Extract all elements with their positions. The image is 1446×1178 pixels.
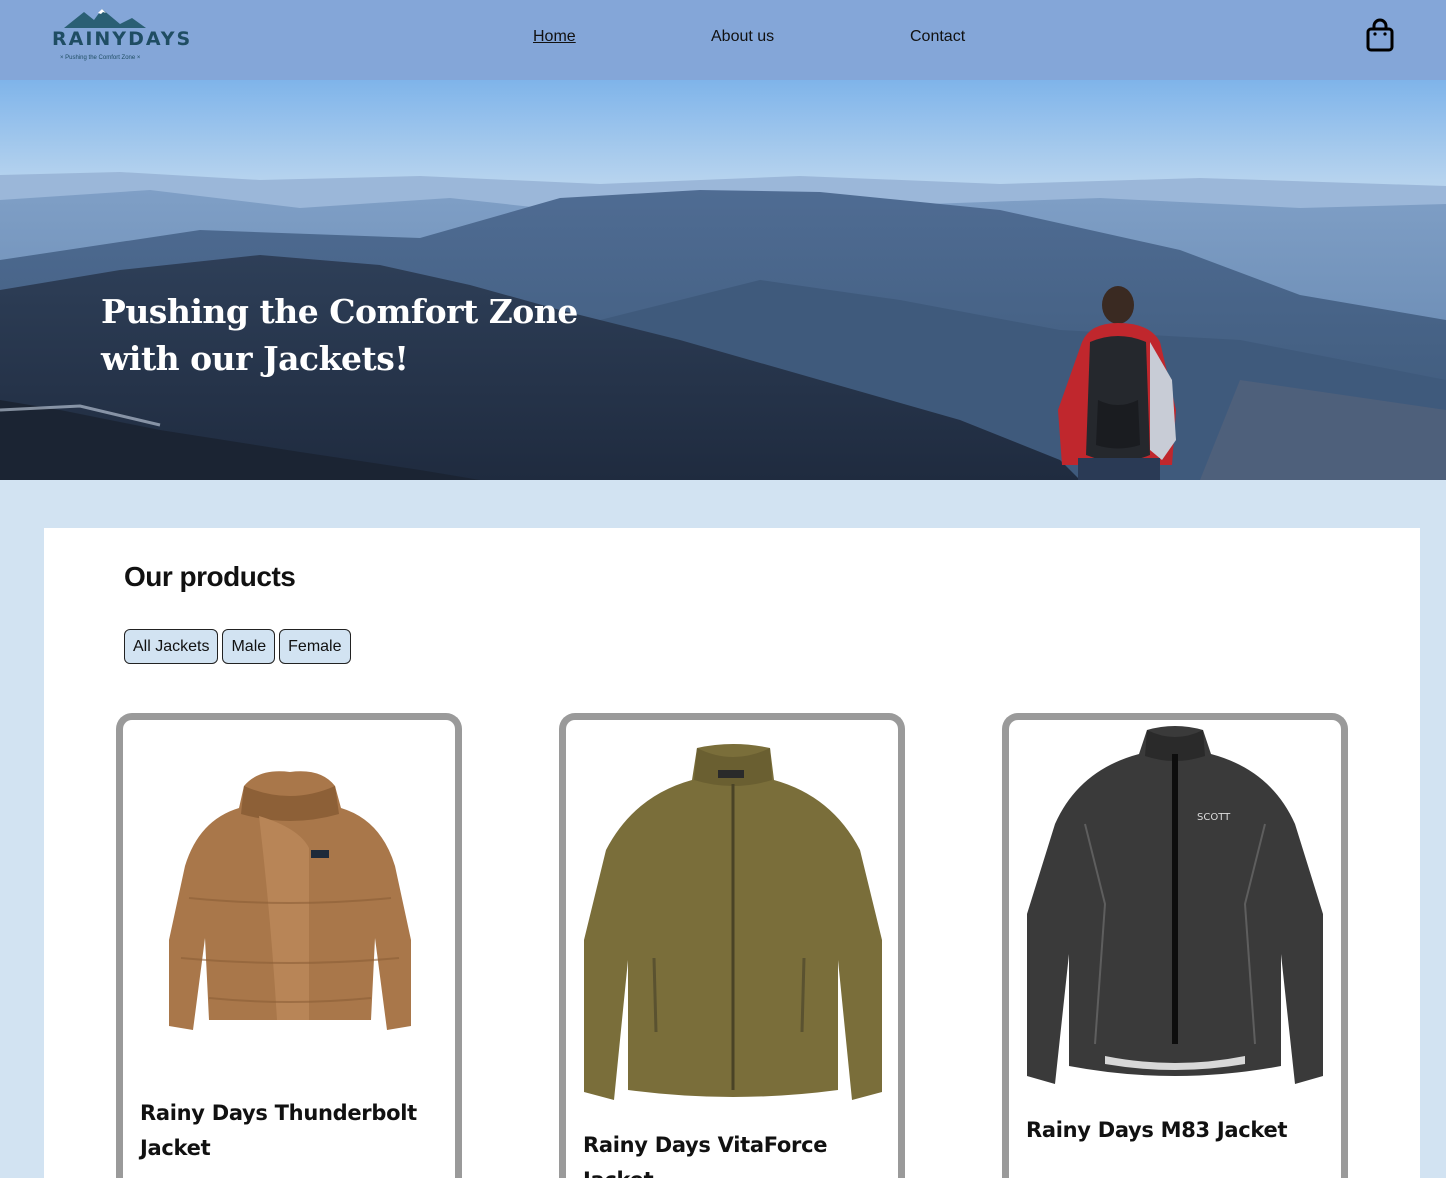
product-name-thunderbolt[interactable]: Rainy Days Thunderbolt Jacket [140, 1096, 450, 1166]
nav-home[interactable]: Home [533, 28, 576, 46]
product-name-vitaforce[interactable]: Rainy Days VitaForce Jacket [583, 1128, 893, 1178]
svg-text:SCOTT: SCOTT [1197, 812, 1231, 823]
product-card-thunderbolt[interactable]: Rainy Days Thunderbolt Jacket [116, 713, 462, 1178]
product-image-vitaforce[interactable] [582, 740, 884, 1106]
filter-male[interactable]: Male [222, 629, 276, 664]
hero-title: Pushing the Comfort Zone with our Jacket… [101, 292, 578, 378]
filter-buttons: All Jackets Male Female [124, 629, 351, 664]
hero-banner: Pushing the Comfort Zone with our Jacket… [0, 80, 1446, 480]
logo-tagline: × Pushing the Comfort Zone × [60, 55, 141, 61]
product-image-thunderbolt[interactable] [159, 758, 421, 1038]
rainydays-logo[interactable]: RAINYDAYS × Pushing the Comfort Zone × [50, 6, 190, 66]
nav-contact[interactable]: Contact [910, 28, 965, 46]
product-name-m83[interactable]: Rainy Days M83 Jacket [1026, 1113, 1336, 1148]
logo-text: RAINYDAYS [52, 28, 193, 50]
product-image-m83[interactable]: SCOTT [1025, 724, 1325, 1088]
products-section: Our products All Jackets Male Female Rai… [44, 528, 1420, 1178]
product-card-vitaforce[interactable]: Rainy Days VitaForce Jacket [559, 713, 905, 1178]
filter-female[interactable]: Female [279, 629, 351, 664]
product-card-m83[interactable]: SCOTT Rainy Days M83 Jacket [1002, 713, 1348, 1178]
site-header: RAINYDAYS × Pushing the Comfort Zone × H… [0, 0, 1446, 80]
products-title: Our products [124, 561, 296, 592]
mountain-landscape-image [0, 80, 1446, 480]
nav-about-us[interactable]: About us [711, 28, 774, 46]
shopping-bag-icon[interactable] [1364, 18, 1396, 54]
filter-all-jackets[interactable]: All Jackets [124, 629, 219, 664]
